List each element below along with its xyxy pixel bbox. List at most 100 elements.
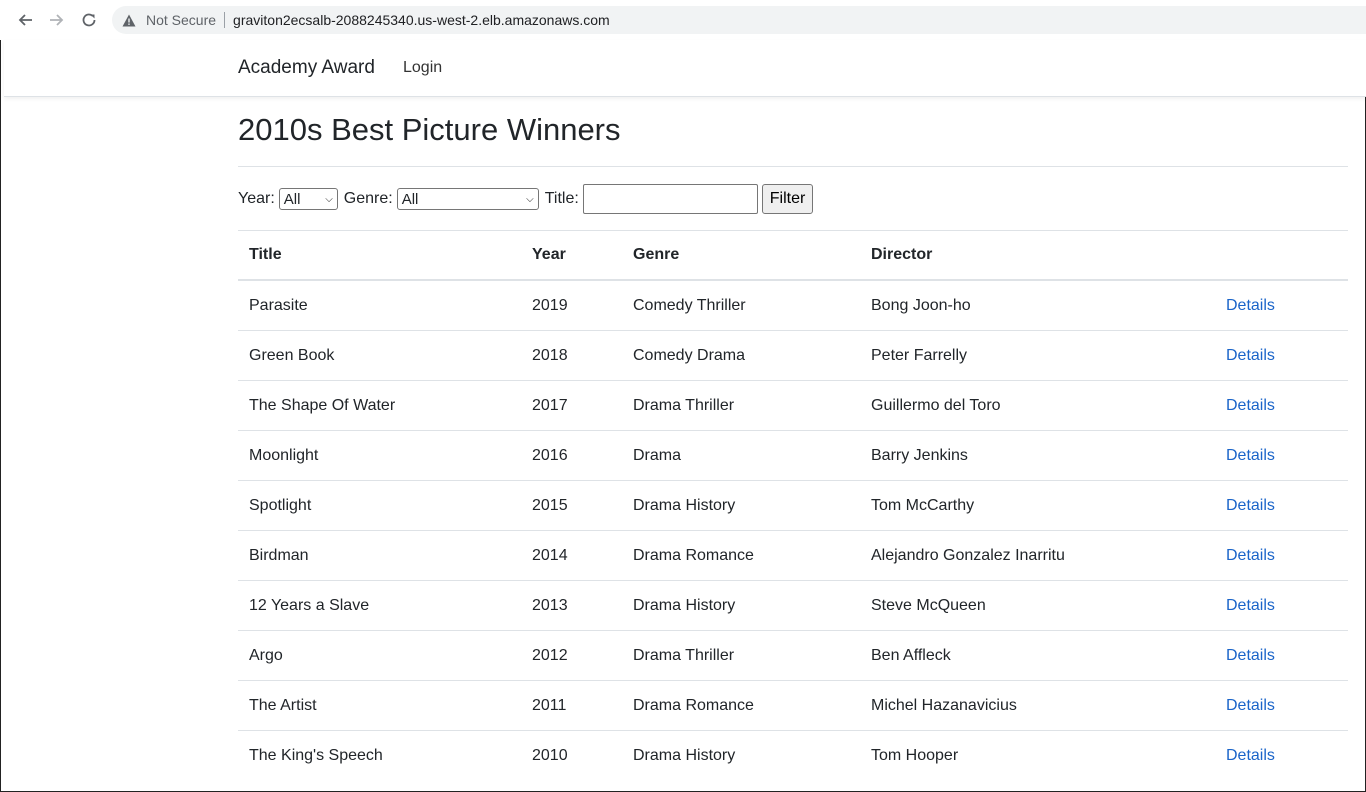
cell-title: The Artist (238, 680, 521, 731)
cell-title: Parasite (238, 279, 521, 331)
filter-button[interactable]: Filter (761, 184, 814, 214)
column-header-year: Year (521, 230, 622, 281)
cell-genre: Drama Romance (622, 530, 860, 581)
cell-director: Barry Jenkins (860, 430, 1226, 481)
details-link[interactable]: Details (1226, 297, 1275, 314)
cell-genre: Drama Thriller (622, 630, 860, 681)
cell-actions: Details (1226, 730, 1348, 780)
cell-title: Moonlight (238, 430, 521, 481)
cell-year: 2017 (521, 380, 622, 431)
details-link[interactable]: Details (1226, 647, 1275, 664)
cell-genre: Drama History (622, 480, 860, 531)
cell-actions: Details (1226, 380, 1348, 431)
table-row: 12 Years a Slave 2013 Drama History Stev… (238, 580, 1348, 631)
cell-genre: Drama History (622, 730, 860, 780)
forward-button[interactable] (45, 9, 69, 31)
chevron-down-icon: ⌵ (325, 193, 333, 205)
cell-director: Alejandro Gonzalez Inarritu (860, 530, 1226, 581)
table-row: Birdman 2014 Drama Romance Alejandro Gon… (238, 530, 1348, 581)
details-link[interactable]: Details (1226, 447, 1275, 464)
reload-button[interactable] (77, 9, 101, 31)
details-link[interactable]: Details (1226, 397, 1275, 414)
details-link[interactable]: Details (1226, 747, 1275, 764)
cell-title: Spotlight (238, 480, 521, 531)
cell-year: 2019 (521, 279, 622, 331)
forward-arrow-icon (50, 14, 64, 26)
security-label[interactable]: Not Secure (146, 12, 216, 28)
cell-director: Tom McCarthy (860, 480, 1226, 531)
cell-title: 12 Years a Slave (238, 580, 521, 631)
title-input[interactable] (582, 184, 758, 214)
cell-genre: Drama History (622, 580, 860, 631)
cell-director: Ben Affleck (860, 630, 1226, 681)
cell-director: Steve McQueen (860, 580, 1226, 631)
cell-title: The Shape Of Water (238, 380, 521, 431)
cell-actions: Details (1226, 279, 1348, 331)
cell-year: 2012 (521, 630, 622, 681)
cell-actions: Details (1226, 580, 1348, 631)
url-text[interactable]: graviton2ecsalb-2088245340.us-west-2.elb… (233, 12, 610, 28)
table-row: Spotlight 2015 Drama History Tom McCarth… (238, 480, 1348, 531)
warning-icon (122, 12, 138, 28)
year-label: Year: (238, 190, 275, 207)
details-link[interactable]: Details (1226, 597, 1275, 614)
cell-actions: Details (1226, 630, 1348, 681)
genre-label: Genre: (343, 190, 393, 207)
cell-actions: Details (1226, 480, 1348, 531)
cell-year: 2018 (521, 330, 622, 381)
back-button[interactable] (13, 9, 37, 31)
table-row: Argo 2012 Drama Thriller Ben Affleck Det… (238, 630, 1348, 681)
site-navbar: Academy Award Login (4, 40, 1366, 97)
table-row: The King's Speech 2010 Drama History Tom… (238, 730, 1348, 780)
cell-year: 2014 (521, 530, 622, 581)
details-link[interactable]: Details (1226, 697, 1275, 714)
cell-director: Bong Joon-ho (860, 279, 1226, 331)
reload-icon (82, 13, 96, 27)
chevron-down-icon: ⌵ (526, 193, 534, 205)
cell-actions: Details (1226, 330, 1348, 381)
column-header-genre: Genre (622, 230, 860, 281)
cell-genre: Drama Romance (622, 680, 860, 731)
column-header-actions (1226, 230, 1348, 281)
browser-toolbar: Not Secure graviton2ecsalb-2088245340.us… (0, 0, 1366, 40)
address-bar[interactable]: Not Secure graviton2ecsalb-2088245340.us… (112, 6, 1366, 34)
cell-genre: Comedy Thriller (622, 279, 860, 331)
cell-director: Michel Hazanavicius (860, 680, 1226, 731)
title-divider (238, 166, 1348, 167)
filter-form: Year: All ⌵ Genre: All ⌵ Title: Filter (238, 184, 814, 214)
cell-genre: Comedy Drama (622, 330, 860, 381)
genre-select[interactable]: All ⌵ (396, 188, 539, 210)
genre-select-value: All (401, 190, 419, 208)
cell-director: Tom Hooper (860, 730, 1226, 780)
column-header-director: Director (860, 230, 1226, 281)
table-row: The Shape Of Water 2017 Drama Thriller G… (238, 380, 1348, 431)
cell-title: The King's Speech (238, 730, 521, 780)
login-link[interactable]: Login (403, 59, 442, 77)
cell-year: 2015 (521, 480, 622, 531)
cell-year: 2010 (521, 730, 622, 780)
cell-year: 2011 (521, 680, 622, 731)
cell-title: Green Book (238, 330, 521, 381)
details-link[interactable]: Details (1226, 347, 1275, 364)
address-separator (224, 12, 226, 28)
table-row: Green Book 2018 Comedy Drama Peter Farre… (238, 330, 1348, 381)
cell-actions: Details (1226, 680, 1348, 731)
title-label: Title: (544, 190, 579, 207)
cell-actions: Details (1226, 530, 1348, 581)
cell-title: Argo (238, 630, 521, 681)
year-select[interactable]: All ⌵ (278, 188, 338, 210)
page-title: 2010s Best Picture Winners (238, 112, 621, 147)
back-arrow-icon (18, 14, 32, 26)
cell-actions: Details (1226, 430, 1348, 481)
cell-year: 2016 (521, 430, 622, 481)
details-link[interactable]: Details (1226, 497, 1275, 514)
cell-year: 2013 (521, 580, 622, 631)
cell-genre: Drama (622, 430, 860, 481)
details-link[interactable]: Details (1226, 547, 1275, 564)
column-header-title: Title (238, 230, 521, 281)
brand-link[interactable]: Academy Award (238, 57, 375, 79)
table-header-row: Title Year Genre Director (238, 230, 1348, 281)
movies-table: Title Year Genre Director Parasite 2019 … (238, 230, 1348, 780)
year-select-value: All (283, 190, 301, 208)
cell-title: Birdman (238, 530, 521, 581)
